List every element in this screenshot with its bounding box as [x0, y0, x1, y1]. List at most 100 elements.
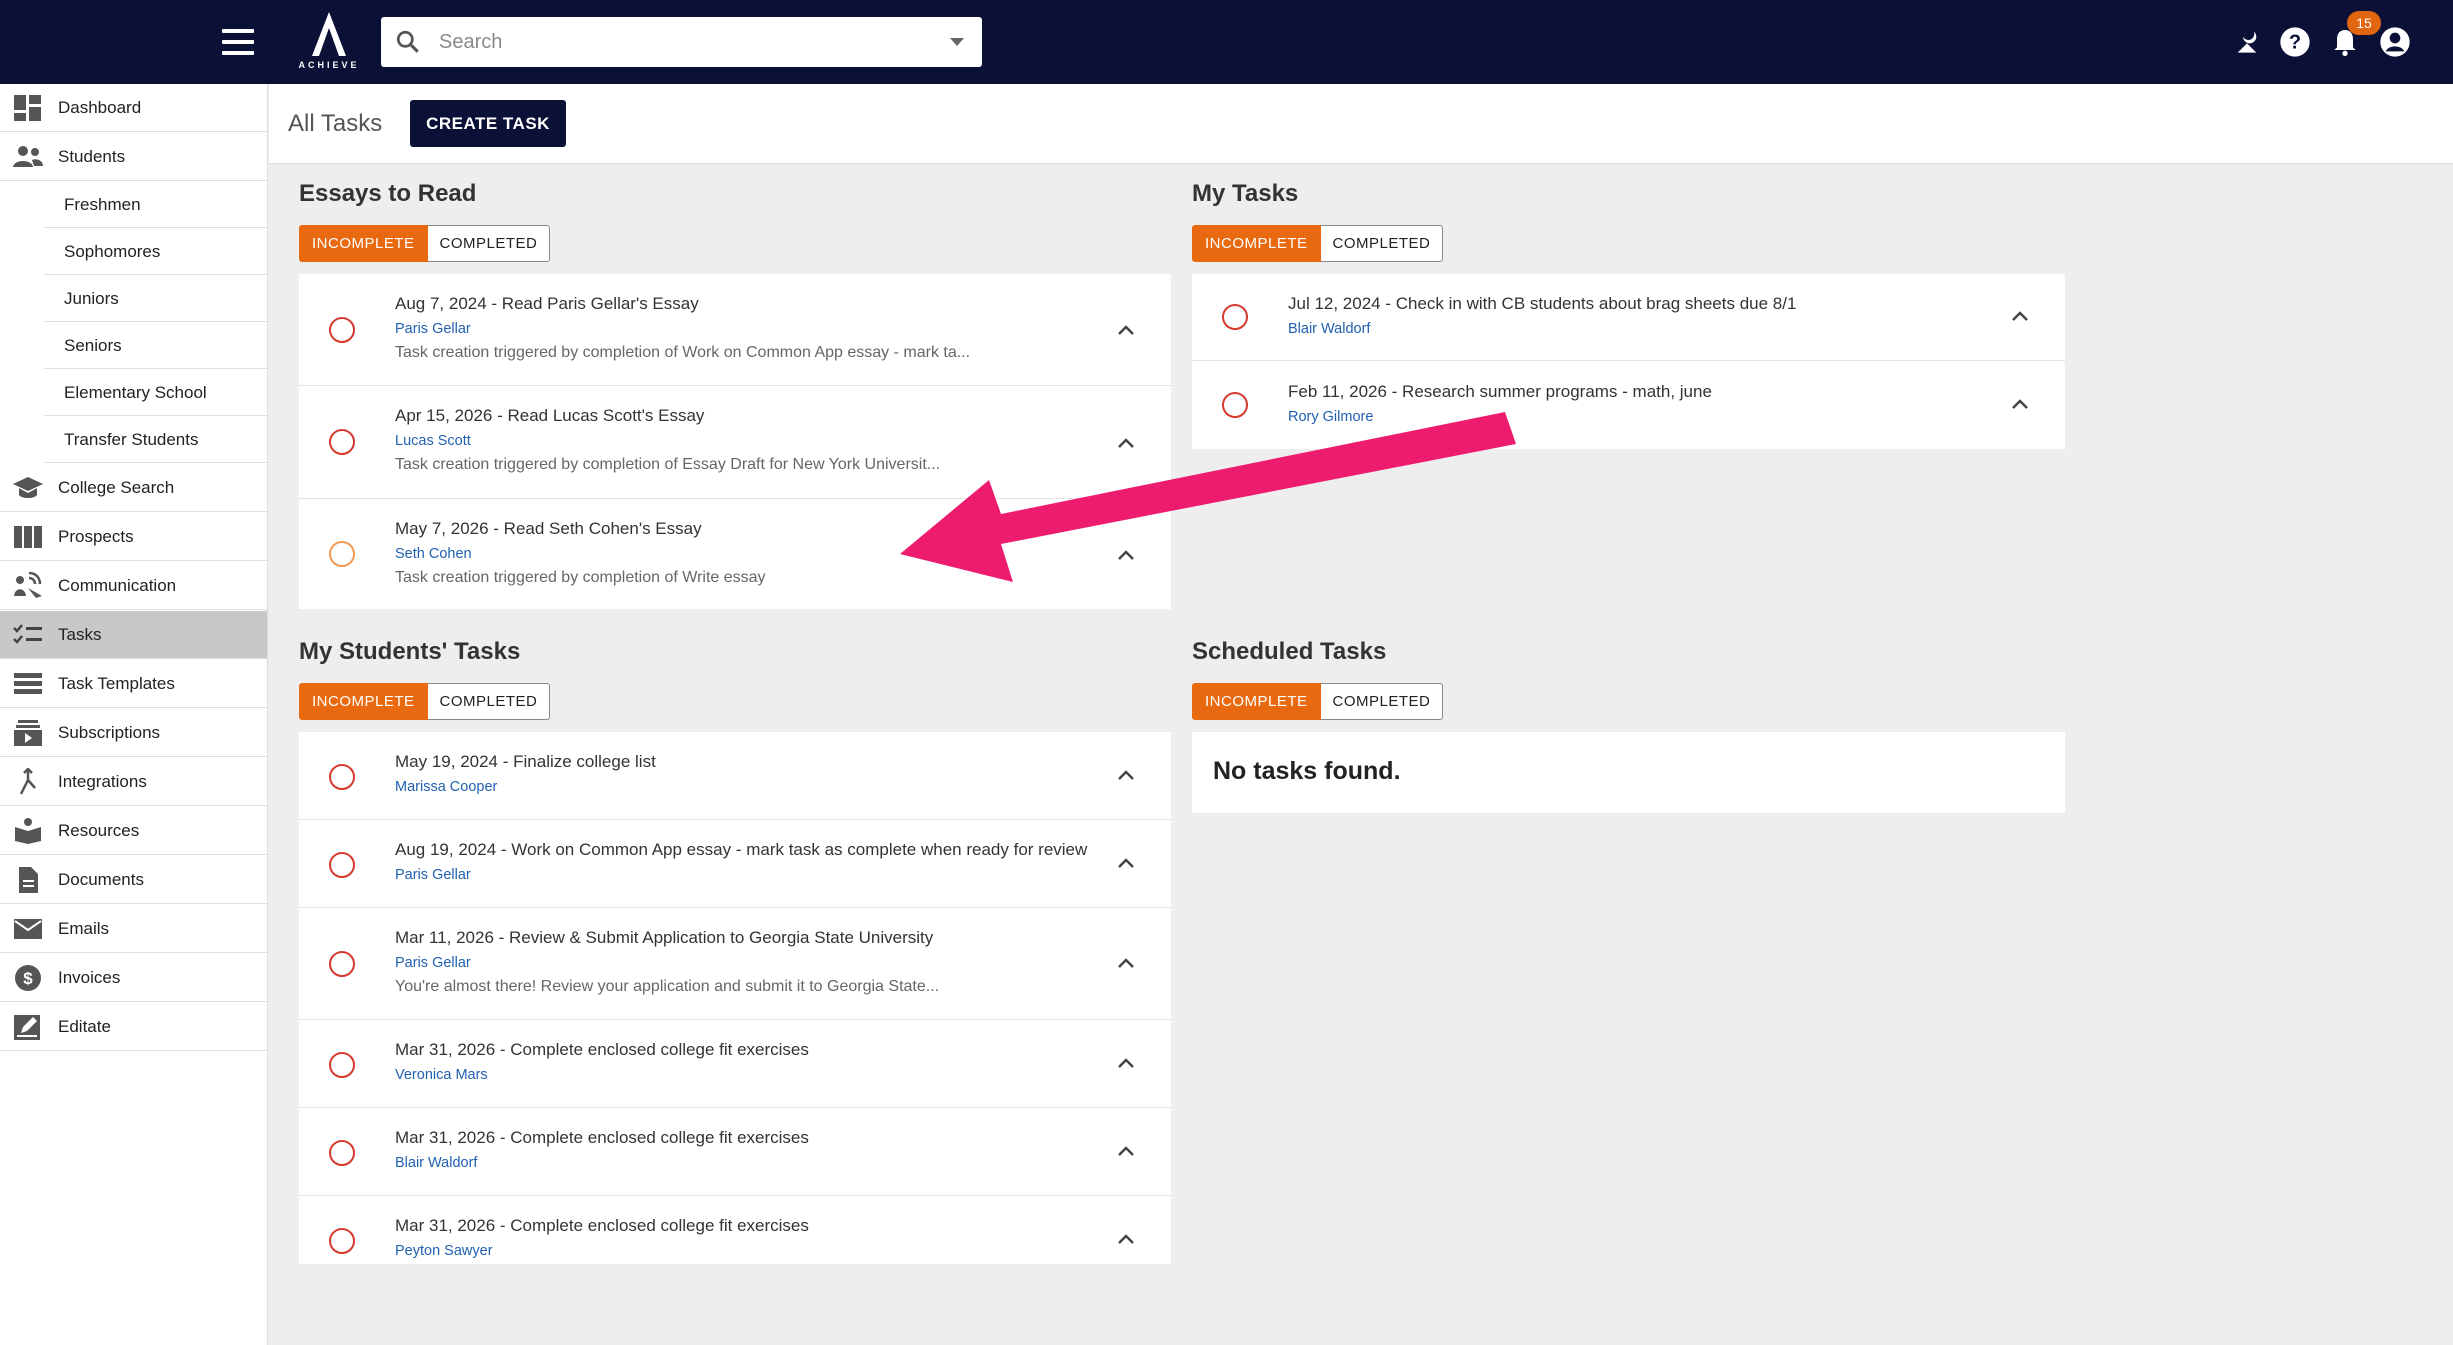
- sidebar-item-invoices[interactable]: $ Invoices: [0, 954, 267, 1002]
- task-student-link[interactable]: Marissa Cooper: [395, 779, 497, 795]
- sidebar-subitem-seniors[interactable]: Seniors: [44, 323, 267, 369]
- task-row[interactable]: Mar 31, 2026 - Complete enclosed college…: [299, 1020, 1171, 1108]
- sidebar-item-label: Students: [58, 147, 126, 166]
- task-complete-toggle[interactable]: [329, 852, 355, 878]
- sidebar-item-emails[interactable]: Emails: [0, 905, 267, 953]
- completed-tab[interactable]: COMPLETED: [1320, 225, 1444, 262]
- task-student-link[interactable]: Seth Cohen: [395, 546, 472, 562]
- sidebar-item-documents[interactable]: Documents: [0, 856, 267, 904]
- menu-icon[interactable]: [222, 29, 254, 55]
- sidebar-item-prospects[interactable]: Prospects: [0, 513, 267, 561]
- task-description: Task creation triggered by completion of…: [395, 344, 971, 361]
- task-complete-toggle[interactable]: [1222, 392, 1248, 418]
- chevron-up-icon[interactable]: [2011, 398, 2029, 410]
- sidebar-item-subscriptions[interactable]: Subscriptions: [0, 709, 267, 757]
- sidebar-item-dashboard[interactable]: Dashboard: [0, 84, 267, 132]
- sidebar-item-students[interactable]: Students: [0, 133, 267, 181]
- task-row[interactable]: Aug 19, 2024 - Work on Common App essay …: [299, 820, 1171, 908]
- task-student-link[interactable]: Rory Gilmore: [1288, 409, 1373, 425]
- completed-tab[interactable]: COMPLETED: [427, 225, 551, 262]
- theme-toggle-icon[interactable]: [2231, 26, 2263, 58]
- task-student-link[interactable]: Blair Waldorf: [395, 1155, 477, 1171]
- chevron-up-icon[interactable]: [1117, 1145, 1135, 1157]
- task-complete-toggle[interactable]: [1222, 304, 1248, 330]
- task-student-link[interactable]: Blair Waldorf: [1288, 321, 1370, 337]
- help-icon[interactable]: ?: [2279, 26, 2311, 58]
- task-complete-toggle[interactable]: [329, 1140, 355, 1166]
- sidebar-subitem-label: Freshmen: [64, 195, 141, 214]
- chevron-up-icon[interactable]: [1117, 957, 1135, 969]
- sidebar-subitem-transfer-students[interactable]: Transfer Students: [44, 417, 267, 463]
- account-icon[interactable]: [2379, 26, 2411, 58]
- task-student-link[interactable]: Paris Gellar: [395, 321, 471, 337]
- chevron-up-icon[interactable]: [1117, 1233, 1135, 1245]
- task-row[interactable]: Apr 15, 2026 - Read Lucas Scott's Essay …: [299, 386, 1171, 499]
- create-task-button[interactable]: CREATE TASK: [410, 100, 566, 147]
- task-complete-toggle[interactable]: [329, 429, 355, 455]
- task-row[interactable]: May 7, 2026 - Read Seth Cohen's Essay Se…: [299, 499, 1171, 609]
- task-row[interactable]: May 19, 2024 - Finalize college list Mar…: [299, 732, 1171, 820]
- dollar-icon: $: [15, 965, 41, 991]
- my-tasks-list: Jul 12, 2024 - Check in with CB students…: [1192, 274, 2065, 449]
- completed-tab[interactable]: COMPLETED: [1320, 683, 1444, 720]
- sidebar-item-label: Prospects: [58, 527, 134, 546]
- task-row[interactable]: Feb 11, 2026 - Research summer programs …: [1192, 361, 2065, 449]
- task-student-link[interactable]: Peyton Sawyer: [395, 1243, 493, 1259]
- task-complete-toggle[interactable]: [329, 1052, 355, 1078]
- sidebar-item-task-templates[interactable]: Task Templates: [0, 660, 267, 708]
- task-row[interactable]: Mar 11, 2026 - Review & Submit Applicati…: [299, 908, 1171, 1020]
- task-student-link[interactable]: Lucas Scott: [395, 433, 471, 449]
- sidebar-subitem-sophomores[interactable]: Sophomores: [44, 229, 267, 275]
- task-row[interactable]: Jul 12, 2024 - Check in with CB students…: [1192, 274, 2065, 361]
- task-description: Task creation triggered by completion of…: [395, 569, 766, 586]
- incomplete-tab[interactable]: INCOMPLETE: [299, 683, 428, 720]
- sidebar-item-label: Emails: [58, 919, 110, 938]
- sidebar-subitem-freshmen[interactable]: Freshmen: [44, 182, 267, 228]
- chevron-up-icon[interactable]: [1117, 769, 1135, 781]
- graduation-cap-icon: [13, 477, 43, 498]
- task-student-link[interactable]: Veronica Mars: [395, 1067, 488, 1083]
- completed-tab[interactable]: COMPLETED: [427, 683, 551, 720]
- incomplete-tab[interactable]: INCOMPLETE: [1192, 683, 1321, 720]
- section-title-my-tasks: My Tasks: [1192, 180, 1299, 207]
- task-student-link[interactable]: Paris Gellar: [395, 867, 471, 883]
- sidebar-item-tasks[interactable]: Tasks: [0, 611, 267, 659]
- incomplete-tab[interactable]: INCOMPLETE: [299, 225, 428, 262]
- search-input[interactable]: [439, 25, 909, 59]
- task-title: Mar 31, 2026 - Complete enclosed college…: [395, 1128, 809, 1147]
- chevron-up-icon[interactable]: [1117, 1057, 1135, 1069]
- task-complete-toggle[interactable]: [329, 541, 355, 567]
- chevron-up-icon[interactable]: [1117, 324, 1135, 336]
- sidebar-item-communication[interactable]: Communication: [0, 562, 267, 610]
- sidebar-subitem-elementary-school[interactable]: Elementary School: [44, 370, 267, 416]
- task-title: Apr 15, 2026 - Read Lucas Scott's Essay: [395, 406, 705, 425]
- chevron-up-icon[interactable]: [2011, 310, 2029, 322]
- task-complete-toggle[interactable]: [329, 317, 355, 343]
- chevron-up-icon[interactable]: [1117, 437, 1135, 449]
- task-complete-toggle[interactable]: [329, 764, 355, 790]
- task-complete-toggle[interactable]: [329, 951, 355, 977]
- sidebar-subitem-juniors[interactable]: Juniors: [44, 276, 267, 322]
- resources-icon: [15, 818, 41, 844]
- task-row[interactable]: Mar 31, 2026 - Complete enclosed college…: [299, 1196, 1171, 1264]
- chevron-up-icon[interactable]: [1117, 549, 1135, 561]
- chevron-up-icon[interactable]: [1117, 857, 1135, 869]
- chevron-down-icon[interactable]: [950, 38, 964, 46]
- sidebar-item-editate[interactable]: Editate: [0, 1003, 267, 1051]
- task-row[interactable]: Aug 7, 2024 - Read Paris Gellar's Essay …: [299, 274, 1171, 386]
- task-complete-toggle[interactable]: [329, 1228, 355, 1254]
- task-title: Mar 31, 2026 - Complete enclosed college…: [395, 1040, 809, 1059]
- task-description: Task creation triggered by completion of…: [395, 456, 941, 473]
- edit-icon: [14, 1015, 40, 1040]
- task-title: May 19, 2024 - Finalize college list: [395, 752, 656, 771]
- task-student-link[interactable]: Paris Gellar: [395, 955, 471, 971]
- task-row[interactable]: Mar 31, 2026 - Complete enclosed college…: [299, 1108, 1171, 1196]
- search-bar[interactable]: [381, 17, 982, 67]
- sidebar-item-college-search[interactable]: College Search: [0, 464, 267, 512]
- sidebar-item-resources[interactable]: Resources: [0, 807, 267, 855]
- achieve-logo[interactable]: ACHIEVE: [296, 10, 362, 74]
- incomplete-tab[interactable]: INCOMPLETE: [1192, 225, 1321, 262]
- sidebar-item-integrations[interactable]: Integrations: [0, 758, 267, 806]
- scheduled-status-toggle: INCOMPLETE COMPLETED: [1192, 683, 1444, 720]
- sidebar-item-label: Task Templates: [58, 674, 175, 693]
